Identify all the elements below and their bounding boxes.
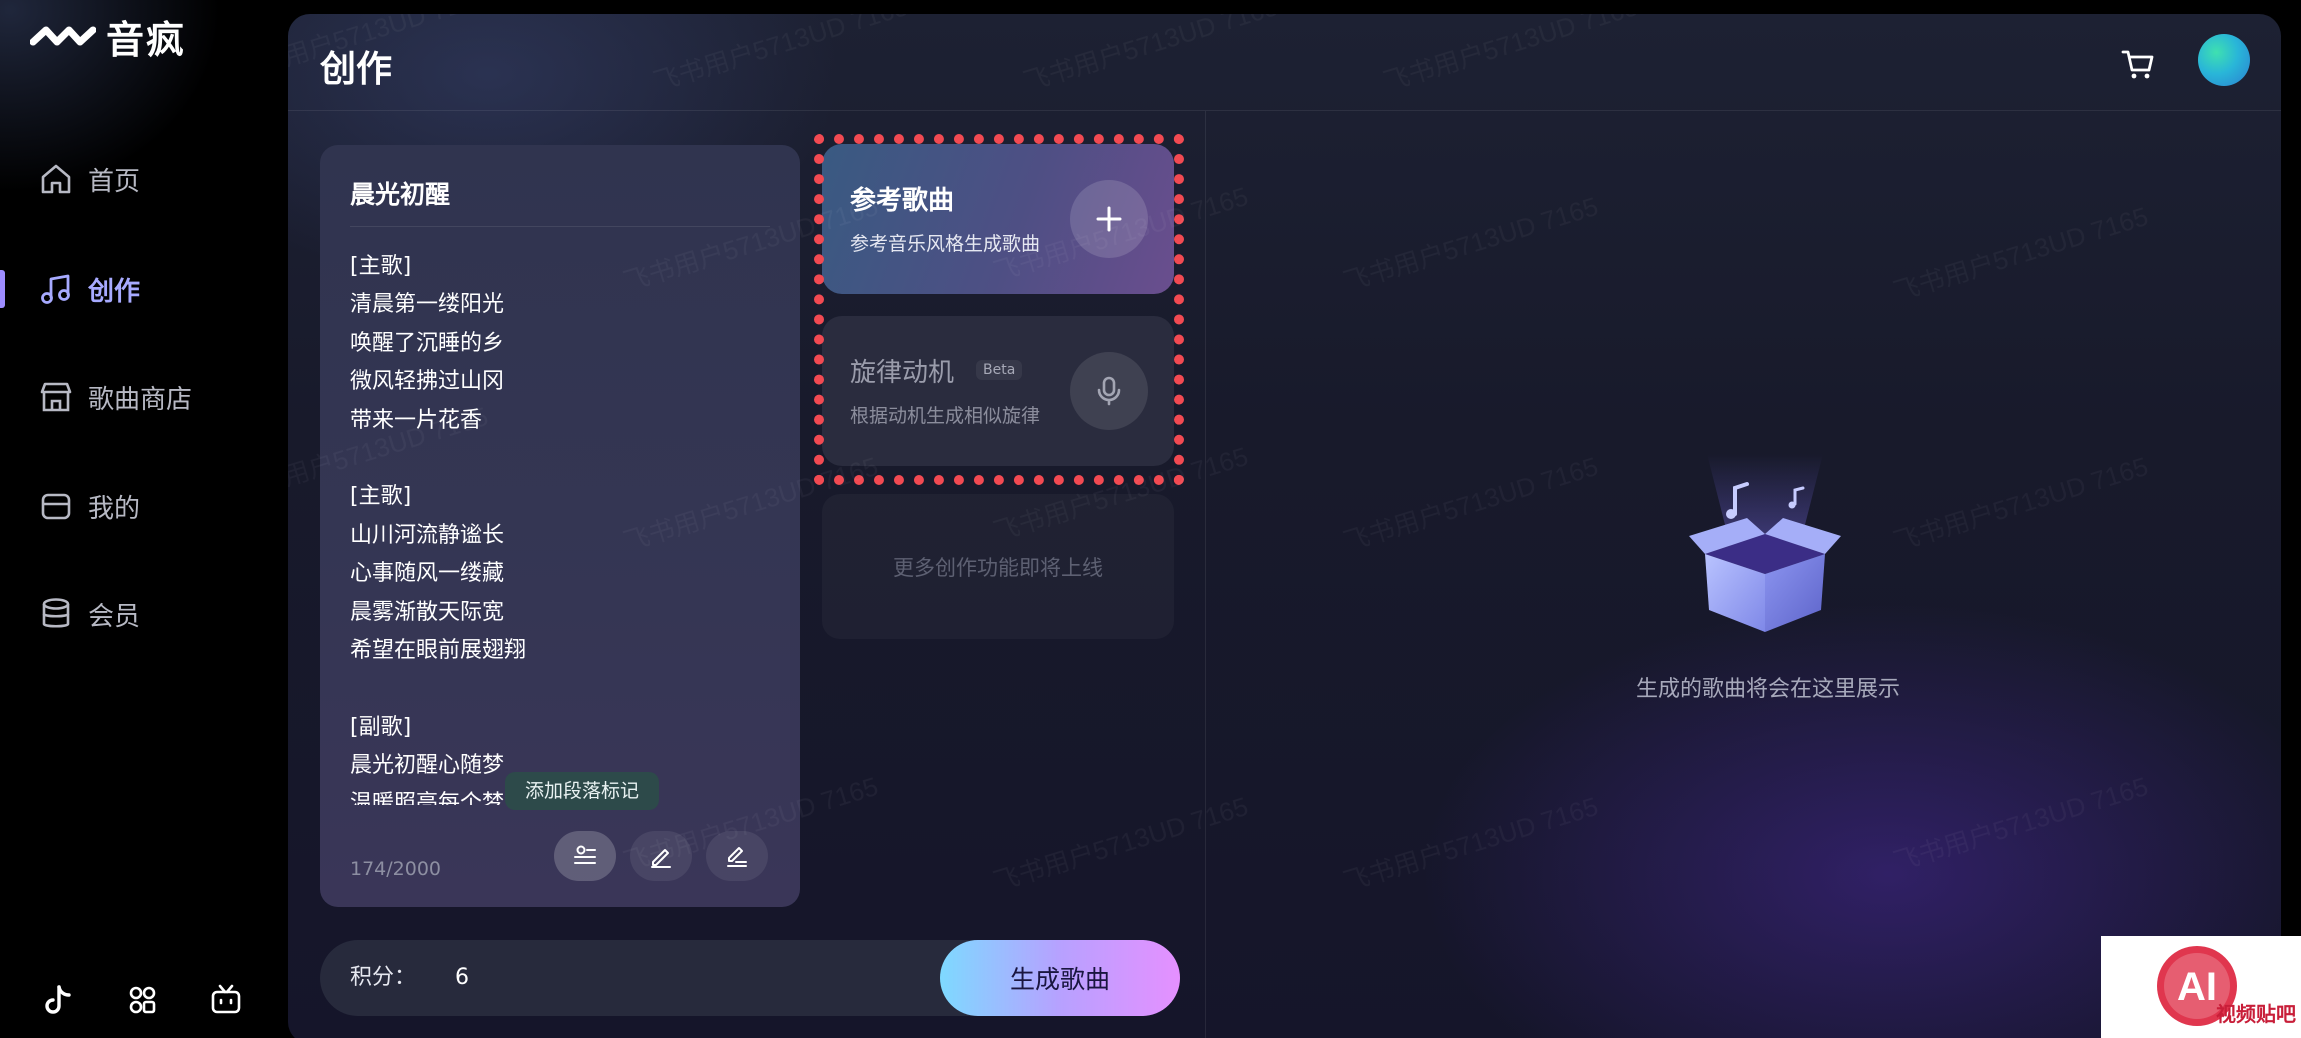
- microphone-icon: [1097, 376, 1121, 406]
- melody-motif-card[interactable]: 旋律动机 Beta 根据动机生成相似旋律: [822, 316, 1174, 466]
- database-icon: [42, 598, 70, 628]
- watermark: 飞书用户5713UD 7165: [1888, 766, 2152, 879]
- watermark: 飞书用户5713UD 7165: [1338, 446, 1602, 559]
- melody-motif-title: 旋律动机: [850, 358, 955, 388]
- melody-motif-subtitle: 根据动机生成相似旋律: [850, 405, 1041, 427]
- lyric-line: 山川河流静谧长: [350, 522, 505, 548]
- music-note-icon: [41, 274, 70, 304]
- reference-song-subtitle: 参考音乐风格生成歌曲: [850, 233, 1041, 255]
- add-reference-button[interactable]: [1070, 180, 1148, 258]
- points-value: 6: [455, 965, 469, 990]
- song-title[interactable]: 晨光初醒: [350, 175, 450, 211]
- generate-song-button[interactable]: 生成歌曲: [940, 940, 1180, 1016]
- community-icon[interactable]: [124, 982, 160, 1018]
- watermark: 飞书用户5713UD 7165: [1888, 196, 2152, 309]
- pen-lines-icon: [727, 847, 747, 867]
- sidebar-item-label: 我的: [88, 493, 141, 524]
- lyric-line: 带来一片花香: [350, 407, 483, 433]
- lyric-line: 晨雾渐散天际宽: [350, 599, 505, 625]
- lyric-line: 清晨第一缕阳光: [350, 292, 505, 318]
- wallet-icon: [41, 493, 71, 520]
- lyrics-divider: [350, 226, 770, 227]
- reference-song-title: 参考歌曲: [850, 186, 955, 216]
- watermark: 飞书用户5713UD 7165: [648, 14, 912, 99]
- reference-song-card[interactable]: 参考歌曲 参考音乐风格生成歌曲: [822, 144, 1174, 294]
- column-divider: [1205, 111, 1206, 1038]
- record-motif-button[interactable]: [1070, 352, 1148, 430]
- lyric-line: 唤醒了沉睡的乡: [350, 330, 505, 356]
- section-marker-icon: [574, 845, 596, 864]
- sidebar-item-label: 首页: [88, 166, 141, 197]
- tv-icon[interactable]: [208, 982, 244, 1018]
- watermark: 飞书用户5713UD 7165: [1338, 186, 1602, 299]
- watermark: 飞书用户5713UD 7165: [1378, 14, 1642, 99]
- main-panel: 创作 晨光初醒 [主歌] 清晨第一缕阳光 唤醒了沉睡的乡 微风轻拂过山冈 带来一…: [288, 14, 2281, 1038]
- sidebar-item-home[interactable]: 首页: [0, 149, 288, 209]
- watermark: 飞书用户5713UD 7165: [988, 786, 1252, 899]
- watermark: 飞书用户5713UD 7165: [1018, 14, 1282, 99]
- corner-watermark-logo: AI 视频贴吧: [2101, 936, 2301, 1038]
- beta-badge: Beta: [976, 360, 1023, 380]
- lyric-blank-line: [350, 670, 770, 708]
- cart-icon[interactable]: [2118, 44, 2158, 84]
- logo[interactable]: 音疯: [30, 14, 186, 62]
- lyric-line: 心事随风一缕藏: [350, 561, 505, 587]
- sidebar: 音疯 首页 创作 歌曲商店 我的 会员: [0, 0, 288, 1038]
- watermark: 飞书用户5713UD 7165: [1888, 446, 2152, 559]
- lyric-line: 微风轻拂过山冈: [350, 369, 505, 395]
- app-name: 音疯: [106, 17, 187, 62]
- avatar[interactable]: [2198, 34, 2250, 86]
- lyric-blank-line: [350, 440, 770, 478]
- sidebar-item-label: 歌曲商店: [88, 384, 193, 415]
- sidebar-item-membership[interactable]: 会员: [0, 584, 288, 644]
- home-icon: [41, 164, 71, 194]
- lyric-line: [副歌]: [350, 714, 412, 740]
- lyrics-editor[interactable]: 晨光初醒 [主歌] 清晨第一缕阳光 唤醒了沉睡的乡 微风轻拂过山冈 带来一片花香…: [320, 145, 800, 907]
- ai-logo-text: AI: [2177, 965, 2217, 1009]
- sidebar-item-label: 会员: [88, 601, 141, 632]
- tiktok-icon[interactable]: [40, 982, 76, 1018]
- corner-logo-text: 视频贴吧: [2216, 1002, 2296, 1026]
- pen-icon: [651, 849, 671, 868]
- plus-icon: [1096, 206, 1122, 232]
- sidebar-item-mine[interactable]: 我的: [0, 476, 288, 536]
- add-section-marker-button[interactable]: [554, 831, 616, 881]
- header-divider: [288, 110, 2281, 111]
- empty-box-icon: [1689, 454, 1841, 632]
- lyrics-text[interactable]: [主歌] 清晨第一缕阳光 唤醒了沉睡的乡 微风轻拂过山冈 带来一片花香 [主歌]…: [350, 248, 770, 805]
- lyric-line: [主歌]: [350, 484, 412, 510]
- sidebar-item-label: 创作: [88, 276, 141, 307]
- empty-state-text: 生成的歌曲将会在这里展示: [1635, 677, 1900, 702]
- logo-wave-icon: [30, 26, 96, 46]
- watermark: 飞书用户5713UD 7165: [1338, 786, 1602, 899]
- ai-write-lyrics-button[interactable]: [706, 831, 768, 881]
- store-icon: [40, 382, 72, 412]
- sidebar-item-create[interactable]: 创作: [0, 259, 288, 319]
- app-root: 音疯 首页 创作 歌曲商店 我的 会员 创作 晨光初醒 [主歌] 清晨第一缕阳光…: [0, 0, 2301, 1038]
- char-count: 174/2000: [350, 858, 442, 880]
- lyric-line: [主歌]: [350, 254, 412, 279]
- tooltip-add-section-marker: 添加段落标记: [505, 772, 660, 810]
- sidebar-item-store[interactable]: 歌曲商店: [0, 367, 288, 427]
- lyric-line: 希望在眼前展翅翔: [350, 637, 527, 663]
- coming-soon-card: 更多创作功能即将上线: [822, 494, 1174, 639]
- page-title: 创作: [320, 49, 393, 90]
- edit-lyrics-button[interactable]: [630, 831, 692, 881]
- points-label: 积分：: [350, 965, 417, 990]
